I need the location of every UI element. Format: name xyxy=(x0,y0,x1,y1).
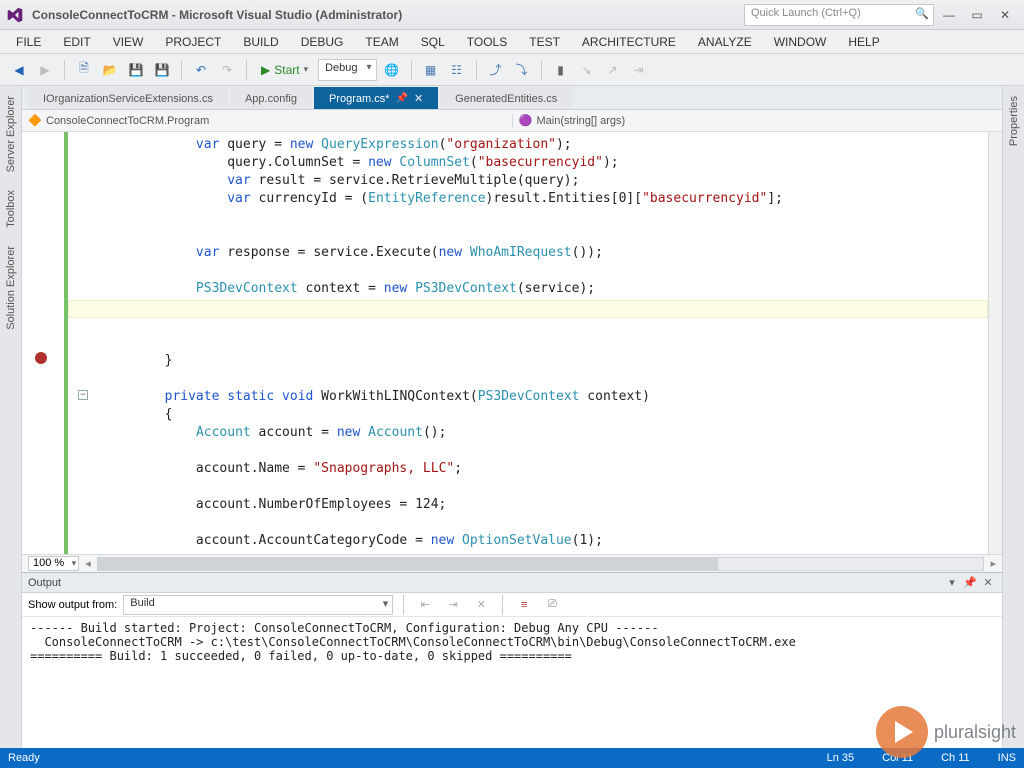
open-file-button[interactable]: 📂 xyxy=(99,59,121,81)
member-nav-dropdown[interactable]: 🟣 Main(string[] args) xyxy=(513,114,1003,128)
menu-file[interactable]: FILE xyxy=(6,32,51,52)
vertical-scrollbar[interactable] xyxy=(988,132,1002,554)
rail-properties[interactable]: Properties xyxy=(1006,92,1022,150)
quick-launch-placeholder: Quick Launch (Ctrl+Q) xyxy=(751,7,861,19)
quick-launch-input[interactable]: Quick Launch (Ctrl+Q) 🔍 xyxy=(744,4,934,26)
scroll-right-icon[interactable]: ▸ xyxy=(990,557,996,570)
horizontal-scrollbar[interactable] xyxy=(97,557,985,571)
close-button[interactable]: ✕ xyxy=(992,4,1018,26)
nav-back-button[interactable]: ◀ xyxy=(8,59,30,81)
rail-server-explorer[interactable]: Server Explorer xyxy=(3,92,19,176)
menu-sql[interactable]: SQL xyxy=(411,32,455,52)
toolbar-icon-2[interactable]: ☷ xyxy=(446,59,468,81)
output-text[interactable]: ------ Build started: Project: ConsoleCo… xyxy=(22,617,1002,748)
status-col: Col 11 xyxy=(882,752,913,764)
tab-program[interactable]: Program.cs* 📌 ✕ xyxy=(314,87,438,109)
maximize-button[interactable]: ▭ xyxy=(964,4,990,26)
start-label: Start xyxy=(274,63,299,77)
type-nav-dropdown[interactable]: 🔶 ConsoleConnectToCRM.Program xyxy=(22,114,513,128)
left-tool-rail: Server Explorer Toolbox Solution Explore… xyxy=(0,86,22,748)
play-icon: ▶ xyxy=(261,63,270,77)
class-icon: 🔶 xyxy=(28,114,42,128)
status-ready: Ready xyxy=(8,752,40,764)
out-btn-2[interactable]: ⇥ xyxy=(442,594,464,616)
menu-project[interactable]: PROJECT xyxy=(155,32,231,52)
code-editor[interactable]: − var query = new QueryExpression("organ… xyxy=(22,132,1002,554)
vs-logo-icon xyxy=(6,6,24,24)
code-content: var query = new QueryExpression("organiz… xyxy=(62,132,1002,554)
main-toolbar: ◀ ▶ 🗎 📂 💾 💾 ↶ ↷ ▶ Start ▾ Debug 🌐 ▦ ☷ ⤴ … xyxy=(0,54,1024,86)
search-icon: 🔍 xyxy=(915,7,929,20)
menu-view[interactable]: VIEW xyxy=(103,32,154,52)
window-title: ConsoleConnectToCRM - Microsoft Visual S… xyxy=(32,8,402,22)
redo-button[interactable]: ↷ xyxy=(216,59,238,81)
nav-forward-button[interactable]: ▶ xyxy=(34,59,56,81)
tab-appconfig[interactable]: App.config xyxy=(230,87,312,109)
toolbar-icon-1[interactable]: ▦ xyxy=(420,59,442,81)
show-output-from-label: Show output from: xyxy=(28,599,117,611)
status-ins: INS xyxy=(998,752,1016,764)
toolbar-icon-3[interactable]: ⤴ xyxy=(485,59,507,81)
method-icon: 🟣 xyxy=(519,114,533,128)
toolbar-icon-5[interactable]: ▮ xyxy=(550,59,572,81)
status-bar: Ready Ln 35 Col 11 Ch 11 INS xyxy=(0,748,1024,768)
close-tab-icon[interactable]: ✕ xyxy=(414,92,423,105)
menu-help[interactable]: HELP xyxy=(838,32,889,52)
out-btn-clear[interactable]: ⎚ xyxy=(541,594,563,616)
menu-debug[interactable]: DEBUG xyxy=(291,32,354,52)
editor-gutter xyxy=(22,132,62,554)
menu-test[interactable]: TEST xyxy=(519,32,570,52)
toolbar-icon-6[interactable]: ↘ xyxy=(576,59,598,81)
show-output-from-dropdown[interactable]: Build xyxy=(123,595,393,615)
title-bar: ConsoleConnectToCRM - Microsoft Visual S… xyxy=(0,0,1024,30)
status-line: Ln 35 xyxy=(827,752,855,764)
save-button[interactable]: 💾 xyxy=(125,59,147,81)
tab-generated[interactable]: GeneratedEntities.cs xyxy=(440,87,572,109)
start-debug-button[interactable]: ▶ Start ▾ xyxy=(255,61,314,79)
zoom-dropdown[interactable]: 100 % xyxy=(28,556,79,571)
menu-architecture[interactable]: ARCHITECTURE xyxy=(572,32,686,52)
toolbar-icon-8[interactable]: ⇥ xyxy=(628,59,650,81)
menu-edit[interactable]: EDIT xyxy=(53,32,100,52)
minimize-button[interactable]: — xyxy=(936,4,962,26)
out-btn-1[interactable]: ⇤ xyxy=(414,594,436,616)
toolbar-icon-4[interactable]: ⤵ xyxy=(511,59,533,81)
toolbar-icon-7[interactable]: ↗ xyxy=(602,59,624,81)
rail-solution-explorer[interactable]: Solution Explorer xyxy=(3,242,19,334)
config-dropdown[interactable]: Debug xyxy=(318,59,376,81)
document-tab-strip: IOrganizationServiceExtensions.cs App.co… xyxy=(22,86,1002,110)
out-btn-3[interactable]: ✕ xyxy=(470,594,492,616)
output-pin-icon[interactable]: 📌 xyxy=(962,576,978,590)
menu-analyze[interactable]: ANALYZE xyxy=(688,32,762,52)
right-tool-rail: Properties xyxy=(1002,86,1024,748)
status-ch: Ch 11 xyxy=(941,752,970,764)
current-line-highlight xyxy=(68,300,988,318)
browser-select-button[interactable]: 🌐 xyxy=(381,59,403,81)
code-nav-bar: 🔶 ConsoleConnectToCRM.Program 🟣 Main(str… xyxy=(22,110,1002,132)
rail-toolbox[interactable]: Toolbox xyxy=(3,186,19,232)
undo-button[interactable]: ↶ xyxy=(190,59,212,81)
tab-iorganization[interactable]: IOrganizationServiceExtensions.cs xyxy=(28,87,228,109)
output-title: Output xyxy=(28,577,61,589)
pin-icon[interactable]: 📌 xyxy=(395,93,407,104)
new-project-button[interactable]: 🗎 xyxy=(73,59,95,81)
out-btn-wrap[interactable]: ≡ xyxy=(513,594,535,616)
output-dropdown-icon[interactable]: ▾ xyxy=(944,576,960,590)
output-panel: Output ▾ 📌 ✕ Show output from: Build ⇤ ⇥… xyxy=(22,572,1002,748)
menu-bar: FILE EDIT VIEW PROJECT BUILD DEBUG TEAM … xyxy=(0,30,1024,54)
change-marker xyxy=(64,132,68,554)
menu-team[interactable]: TEAM xyxy=(355,32,408,52)
editor-footer: 100 % ◂ ▸ xyxy=(22,554,1002,572)
save-all-button[interactable]: 💾 xyxy=(151,59,173,81)
menu-build[interactable]: BUILD xyxy=(233,32,288,52)
output-close-icon[interactable]: ✕ xyxy=(980,576,996,590)
scroll-left-icon[interactable]: ◂ xyxy=(85,557,91,570)
breakpoint-icon[interactable] xyxy=(35,352,47,364)
menu-window[interactable]: WINDOW xyxy=(764,32,837,52)
fold-toggle[interactable]: − xyxy=(78,390,88,400)
menu-tools[interactable]: TOOLS xyxy=(457,32,517,52)
